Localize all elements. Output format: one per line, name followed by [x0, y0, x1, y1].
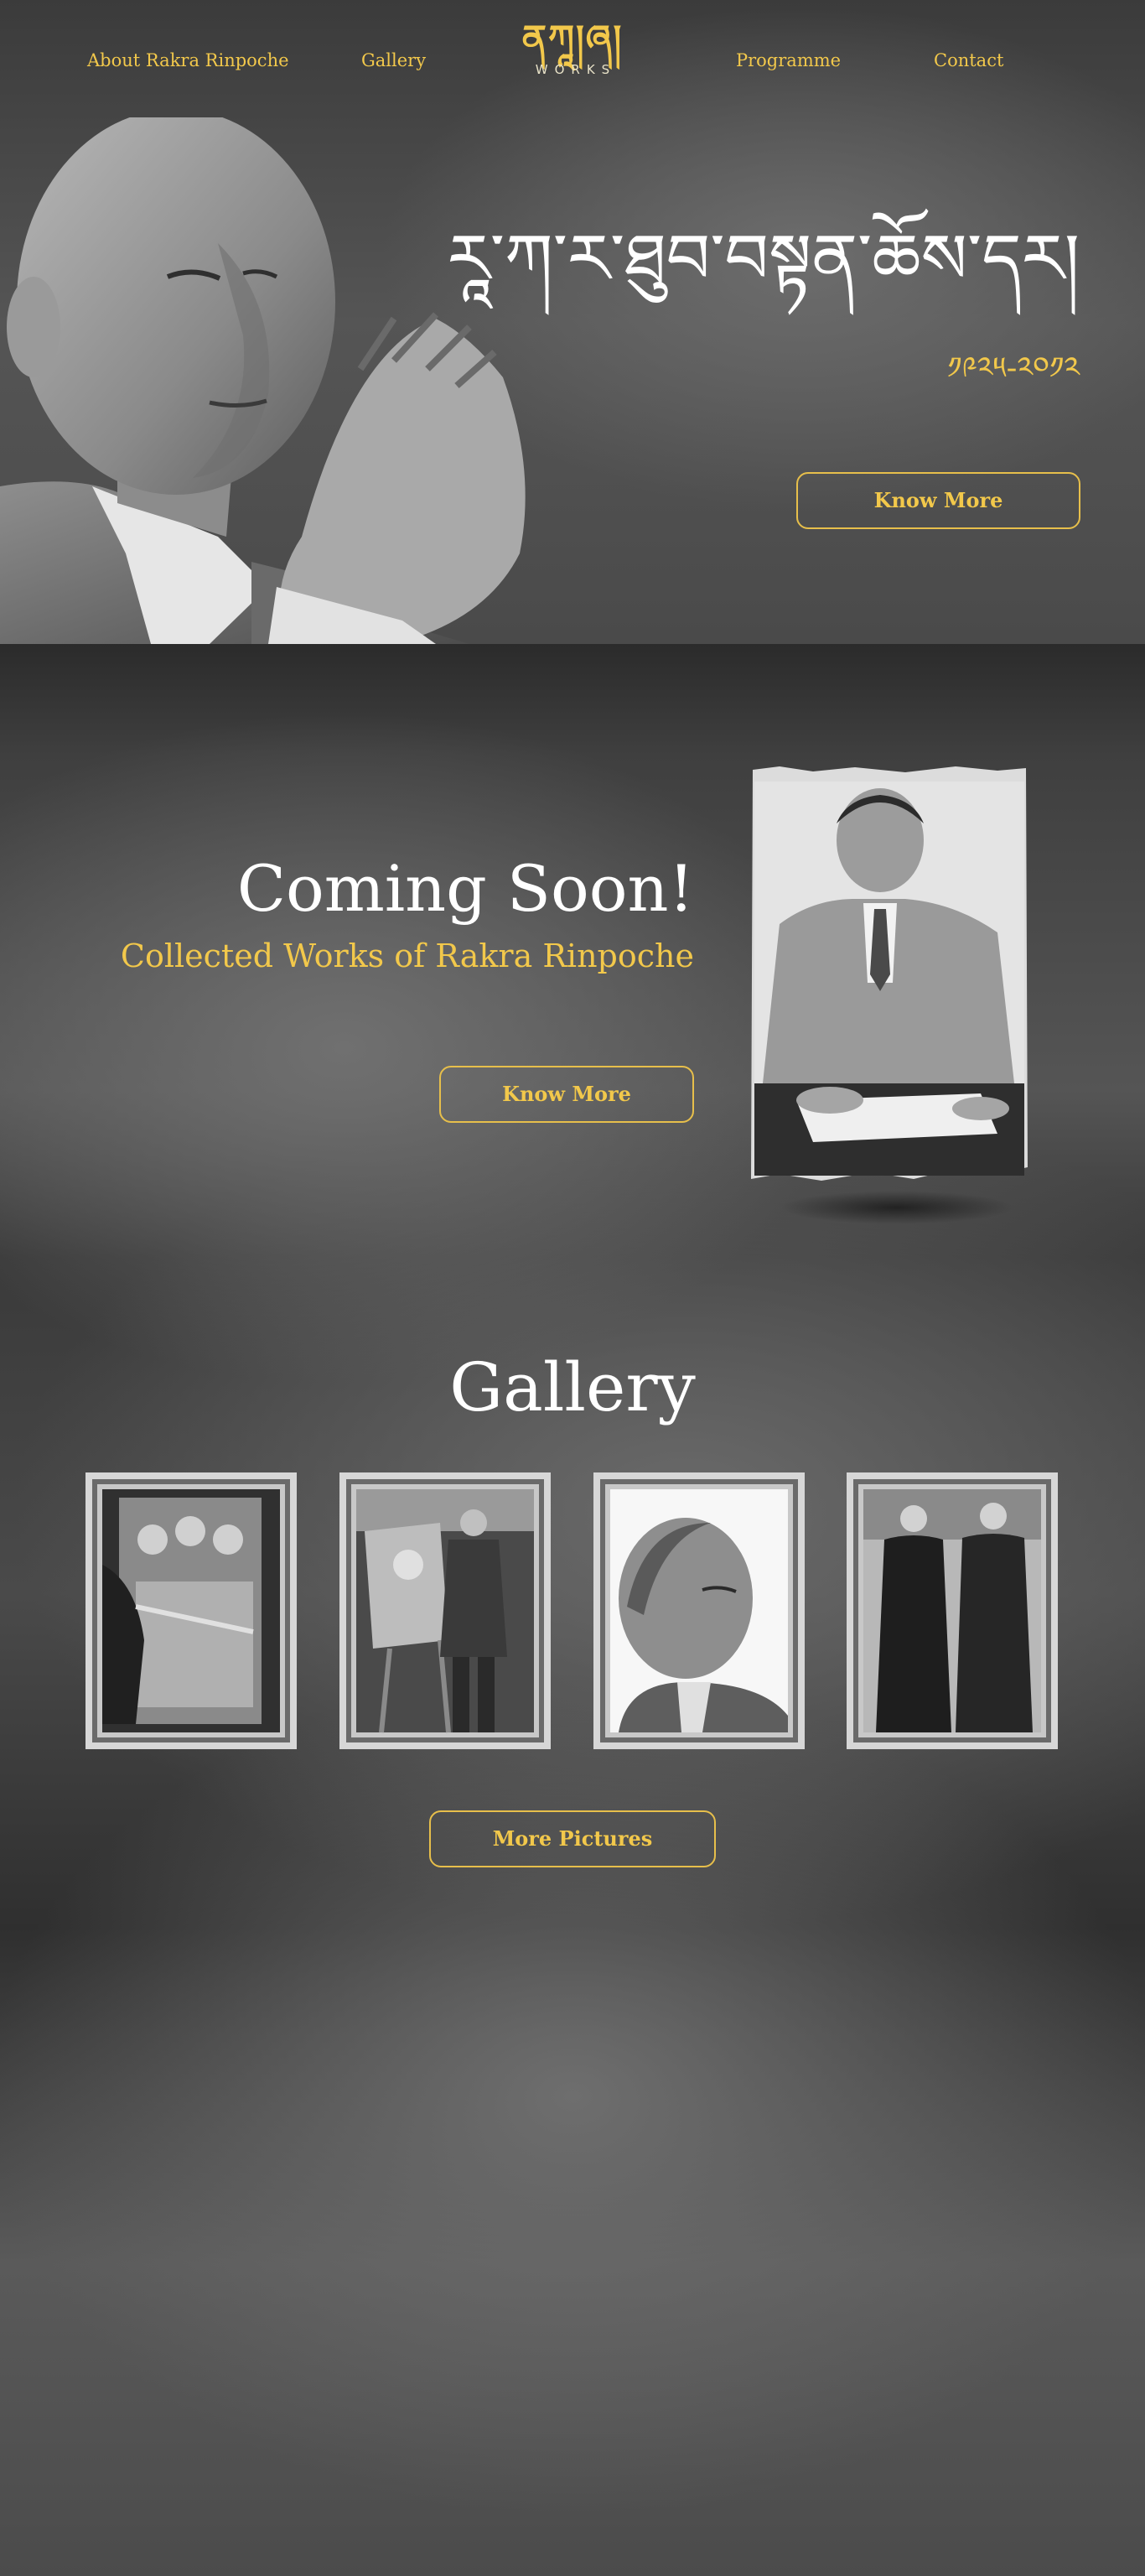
gallery-title: Gallery — [449, 1348, 696, 1426]
gallery-thumbnail[interactable] — [339, 1472, 551, 1749]
photo-shadow — [780, 1191, 1014, 1224]
nav-link-programme[interactable]: Programme — [736, 50, 841, 70]
gallery-thumbnail[interactable] — [847, 1472, 1058, 1749]
gallery-thumbnail[interactable] — [85, 1472, 297, 1749]
hero-portrait-image — [0, 117, 526, 644]
hero-years: ༡༩༢༥-༢༠༡༢ — [947, 351, 1080, 386]
hero-section: About Rakra Rinpoche Gallery ནཀཱ།ཞ། WORK… — [0, 0, 1145, 644]
site-logo[interactable]: ནཀཱ།ཞ། WORKS — [505, 18, 640, 78]
coming-soon-subtitle: Collected Works of Rakra Rinpoche — [120, 937, 694, 974]
nav-link-contact[interactable]: Contact — [934, 50, 1003, 70]
coming-soon-know-more-button[interactable]: Know More — [439, 1066, 694, 1123]
vintage-photo — [751, 766, 1028, 1181]
main-navigation: About Rakra Rinpoche Gallery ནཀཱ།ཞ། WORK… — [0, 0, 1145, 117]
page: About Rakra Rinpoche Gallery ནཀཱ།ཞ། WORK… — [0, 0, 1145, 2576]
coming-soon-title: Coming Soon! — [236, 851, 694, 926]
hero-know-more-button[interactable]: Know More — [796, 472, 1080, 529]
nav-link-about[interactable]: About Rakra Rinpoche — [87, 50, 289, 70]
more-pictures-button[interactable]: More Pictures — [429, 1810, 716, 1867]
nav-link-gallery[interactable]: Gallery — [361, 50, 426, 70]
gallery-thumbnail[interactable] — [593, 1472, 805, 1749]
hero-title: རཱ་ཀ་ར་ཐུབ་བསྟན་ཆོས་དར། — [447, 220, 1080, 299]
logo-subtitle: WORKS — [535, 62, 617, 77]
logo-mark: ནཀཱ།ཞ། — [521, 18, 624, 60]
